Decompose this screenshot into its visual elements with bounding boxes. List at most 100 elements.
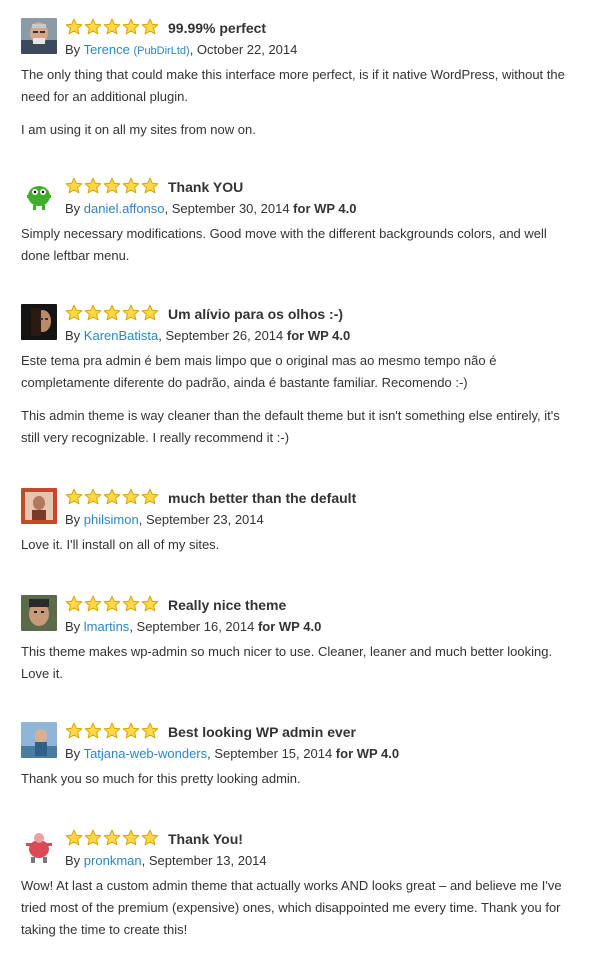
review-title: Thank YOU (168, 179, 244, 195)
review-title: Best looking WP admin ever (168, 724, 357, 740)
review-paragraph: This admin theme is way cleaner than the… (21, 408, 560, 445)
review-byline: By Tatjana-web-wonders, September 15, 20… (65, 746, 399, 761)
review-body: Thank you so much for this pretty lookin… (21, 768, 576, 790)
author-link[interactable]: KarenBatista (84, 328, 158, 343)
star-icon (141, 829, 159, 849)
avatar[interactable] (21, 18, 57, 54)
by-label: By (65, 746, 84, 761)
rating-stars (65, 829, 159, 849)
avatar[interactable] (21, 304, 57, 340)
review-date: , September 16, 2014 (129, 619, 258, 634)
review-body: Wow! At last a custom admin theme that a… (21, 875, 576, 941)
star-icon (122, 177, 140, 197)
star-icon (141, 304, 159, 324)
review-byline: By KarenBatista, September 26, 2014 for … (65, 328, 350, 343)
review-body: Simply necessary modifications. Good mov… (21, 223, 576, 267)
avatar[interactable] (21, 488, 57, 524)
by-label: By (65, 619, 84, 634)
review-date: , September 30, 2014 (164, 201, 294, 216)
avatar[interactable] (21, 829, 57, 865)
star-icon (84, 18, 102, 38)
rating-stars (65, 488, 159, 508)
star-icon (122, 595, 140, 615)
review-item: Really nice theme By lmartins, September… (21, 595, 576, 696)
review-byline: By lmartins, September 16, 2014 for WP 4… (65, 619, 321, 634)
review-paragraph: I am using it on all my sites from now o… (21, 122, 256, 137)
review-item: Best looking WP admin ever By Tatjana-we… (21, 722, 576, 801)
by-label: By (65, 853, 84, 868)
star-icon (84, 829, 102, 849)
star-icon (141, 177, 159, 197)
review-date: , September 15, 2014 (207, 746, 336, 761)
star-icon (103, 304, 121, 324)
star-icon (84, 177, 102, 197)
star-icon (122, 304, 140, 324)
reviews-list: 99.99% perfect By Terence (PubDirLtd), O… (0, 0, 600, 968)
review-title: much better than the default (168, 490, 357, 506)
review-paragraph: Simply necessary modifications. Good mov… (21, 226, 547, 263)
author-link[interactable]: lmartins (84, 619, 130, 634)
review-item: Thank YOU By daniel.affonso, September 3… (21, 177, 576, 278)
review-paragraph: Wow! At last a custom admin theme that a… (21, 878, 562, 937)
star-icon (103, 722, 121, 742)
star-icon (65, 304, 83, 324)
review-body: This theme makes wp-admin so much nicer … (21, 641, 576, 685)
rating-stars (65, 595, 159, 615)
wp-version: for WP 4.0 (293, 201, 357, 216)
review-title: 99.99% perfect (168, 20, 267, 36)
review-paragraph: Love it. I'll install on all of my sites… (21, 537, 220, 552)
star-icon (141, 18, 159, 38)
star-icon (84, 488, 102, 508)
star-icon (122, 18, 140, 38)
star-icon (103, 595, 121, 615)
star-icon (122, 722, 140, 742)
review-date: , October 22, 2014 (189, 42, 298, 57)
review-paragraph: This theme makes wp-admin so much nicer … (21, 644, 553, 681)
star-icon (65, 829, 83, 849)
avatar[interactable] (21, 595, 57, 631)
review-title: Really nice theme (168, 597, 287, 613)
by-label: By (65, 201, 84, 216)
review-byline: By daniel.affonso, September 30, 2014 fo… (65, 201, 357, 216)
review-date: , September 23, 2014 (138, 512, 264, 527)
review-title: Um alívio para os olhos :-) (168, 306, 344, 322)
star-icon (103, 177, 121, 197)
review-item: Um alívio para os olhos :-) By KarenBati… (21, 304, 576, 460)
wp-version: for WP 4.0 (335, 746, 400, 761)
star-icon (65, 177, 83, 197)
author-link[interactable]: philsimon (84, 512, 139, 527)
review-item: Thank You! By pronkman, September 13, 20… (21, 829, 576, 952)
author-link[interactable]: daniel.affonso (84, 201, 165, 216)
rating-stars (65, 722, 159, 742)
avatar[interactable] (21, 177, 57, 213)
star-icon (103, 18, 121, 38)
rating-stars (65, 177, 159, 197)
author-link[interactable]: pronkman (84, 853, 142, 868)
review-title: Thank You! (168, 831, 243, 847)
review-item: 99.99% perfect By Terence (PubDirLtd), O… (21, 18, 576, 152)
by-label: By (65, 512, 84, 527)
star-icon (84, 722, 102, 742)
star-icon (84, 595, 102, 615)
star-icon (141, 722, 159, 742)
by-label: By (65, 42, 84, 57)
review-byline: By pronkman, September 13, 2014 (65, 853, 267, 868)
star-icon (103, 829, 121, 849)
review-body: Love it. I'll install on all of my sites… (21, 534, 576, 556)
review-byline: By philsimon, September 23, 2014 (65, 512, 264, 527)
company-link[interactable]: (PubDirLtd) (133, 45, 189, 57)
author-link[interactable]: Terence (84, 42, 130, 57)
author-link[interactable]: Tatjana-web-wonders (84, 746, 208, 761)
rating-stars (65, 304, 159, 324)
star-icon (141, 595, 159, 615)
review-paragraph: Thank you so much for this pretty lookin… (21, 771, 301, 786)
star-icon (65, 722, 83, 742)
review-byline: By Terence (PubDirLtd), October 22, 2014 (65, 42, 297, 57)
by-label: By (65, 328, 84, 343)
review-body: Este tema pra admin é bem mais limpo que… (21, 350, 576, 449)
review-date: , September 26, 2014 (158, 328, 287, 343)
wp-version: for WP 4.0 (286, 328, 351, 343)
avatar[interactable] (21, 722, 57, 758)
review-item: much better than the default By philsimo… (21, 488, 576, 567)
star-icon (141, 488, 159, 508)
